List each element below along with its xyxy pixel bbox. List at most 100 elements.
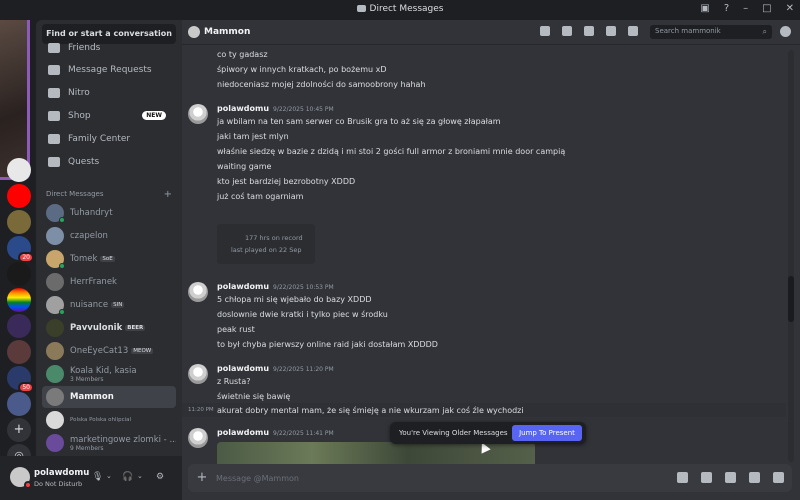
youtube-server-icon[interactable] xyxy=(7,184,31,208)
scrollbar[interactable] xyxy=(788,50,794,462)
clan-tag: BEER xyxy=(125,325,146,331)
nav-shop[interactable]: Shop NEW xyxy=(42,106,176,126)
nav-message-requests[interactable]: Message Requests xyxy=(42,60,176,80)
search-input[interactable]: Search mammonik ⌕ xyxy=(650,25,772,39)
chat-header: Mammon Search mammonik ⌕ xyxy=(182,20,800,45)
discord-app: Direct Messages ▣ ? – □ ✕ 20 50 + ◎ Find… xyxy=(0,0,800,500)
server-rail: 20 50 + ◎ xyxy=(0,20,36,500)
status-indicator xyxy=(59,263,65,269)
avatar xyxy=(46,411,64,429)
friends-icon xyxy=(48,43,60,53)
message-text: niedoceniasz mojej zdolności do samoobro… xyxy=(217,80,426,89)
server-icon[interactable] xyxy=(7,262,31,286)
message-header: polawdomu 9/22/2025 10:53 PM xyxy=(217,282,334,291)
dm-item[interactable]: OneEyeCat13 MEOW xyxy=(42,340,176,362)
video-call-icon[interactable] xyxy=(562,26,572,36)
close-button[interactable]: ✕ xyxy=(786,3,794,14)
clan-tag: MEOW xyxy=(131,348,154,354)
add-server-icon[interactable]: + xyxy=(7,418,31,442)
shop-icon xyxy=(48,111,60,121)
message-text: 5 chłopa mi się wjebało do bazy XDDD xyxy=(217,295,372,304)
minimize-button[interactable]: – xyxy=(743,3,748,14)
dm-item-active[interactable]: Mammon xyxy=(42,386,176,408)
avatar[interactable] xyxy=(188,364,208,384)
server-icon[interactable]: 50 xyxy=(7,366,34,393)
message-text: doslownie dwie kratki i tylko piec w śro… xyxy=(217,310,388,319)
nav-quests[interactable]: Quests xyxy=(42,152,176,172)
avatar xyxy=(46,342,64,360)
window-title: Direct Messages xyxy=(0,4,800,14)
pin-icon[interactable] xyxy=(584,26,594,36)
dnd-status-indicator xyxy=(24,481,32,489)
scrollbar-thumb[interactable] xyxy=(788,276,794,322)
dm-item[interactable]: nuisance SIN xyxy=(42,294,176,316)
nitro-icon xyxy=(48,88,60,98)
avatar xyxy=(46,296,65,315)
settings-gear-icon[interactable]: ⚙ xyxy=(156,472,164,482)
dm-section-header: Direct Messages + xyxy=(46,189,172,200)
message-input[interactable] xyxy=(216,470,636,486)
maximize-button[interactable]: □ xyxy=(762,3,771,14)
server-icon[interactable] xyxy=(7,210,31,234)
sticker-icon[interactable] xyxy=(725,472,736,483)
microphone-icon[interactable]: 🎙 xyxy=(92,472,103,482)
message-list: co ty gadasz śpiwory w innych kratkach, … xyxy=(182,46,800,464)
message-text: akurat dobry mental mam, że się śmieję a… xyxy=(217,406,524,415)
jump-to-present-button[interactable]: Jump To Present xyxy=(512,425,582,441)
nav-nitro[interactable]: Nitro xyxy=(42,83,176,103)
message-text: już coś tam ogarniam xyxy=(217,192,304,201)
webcam-overlay xyxy=(0,20,30,180)
username[interactable]: polawdomu xyxy=(34,468,89,478)
dm-item[interactable]: Tomek SoE xyxy=(42,248,176,270)
message-text: ja wbilam na ten sam serwer co Brusik gr… xyxy=(217,117,501,126)
inbox-icon xyxy=(356,5,366,12)
avatar xyxy=(46,319,64,337)
help-icon[interactable]: ? xyxy=(724,3,729,14)
nav-family-center[interactable]: Family Center xyxy=(42,129,176,149)
avatar xyxy=(46,273,64,291)
family-icon xyxy=(48,134,60,144)
dm-item[interactable]: Koala Kid, kasia 3 Members xyxy=(42,363,176,385)
server-icon[interactable] xyxy=(7,392,31,416)
avatar[interactable] xyxy=(188,104,208,124)
gif-icon[interactable] xyxy=(701,472,712,483)
voice-call-icon[interactable] xyxy=(540,26,550,36)
message-text: to był chyba pierwszy online raid jaki d… xyxy=(217,340,438,349)
user-avatar[interactable] xyxy=(10,467,32,489)
dm-item[interactable]: Pavvulonik BEER xyxy=(42,317,176,339)
user-panel: polawdomu Do Not Disturb 🎙 ⌄ 🎧 ⌄ ⚙ xyxy=(0,456,182,500)
add-friends-icon[interactable] xyxy=(606,26,616,36)
server-icon[interactable] xyxy=(7,340,31,364)
avatar[interactable] xyxy=(188,428,208,448)
dm-item[interactable]: Tuhandryt xyxy=(42,202,176,224)
apps-icon[interactable] xyxy=(773,472,784,483)
server-icon[interactable] xyxy=(7,288,31,312)
dm-item[interactable]: HerrFranek xyxy=(42,271,176,293)
gift-icon[interactable] xyxy=(677,472,688,483)
server-icon[interactable] xyxy=(7,314,31,338)
message-text: kto jest bardziej bezrobotny XDDD xyxy=(217,177,356,186)
message-header: polawdomu 9/22/2025 11:41 PM xyxy=(217,428,334,437)
create-dm-button[interactable]: + xyxy=(164,189,172,200)
game-embed[interactable]: 177 hrs on record last played on 22 Sep xyxy=(217,224,315,264)
message-text: jaki tam jest mlyn xyxy=(217,132,289,141)
server-icon[interactable] xyxy=(7,158,31,182)
channel-name[interactable]: Mammon xyxy=(204,27,250,37)
nav-friends[interactable]: Friends xyxy=(42,38,176,58)
chevron-down-icon[interactable]: ⌄ xyxy=(106,472,112,480)
avatar xyxy=(46,250,65,269)
dm-item[interactable]: marketingowe zlomki - ... 9 Members xyxy=(42,432,176,454)
user-profile-icon[interactable] xyxy=(628,26,638,36)
inbox-icon[interactable]: ▣ xyxy=(700,3,709,14)
clan-tag: SoE xyxy=(100,256,115,262)
dm-item[interactable]: czapelon xyxy=(42,225,176,247)
help-icon[interactable] xyxy=(780,26,791,37)
dm-item[interactable]: Polska Polska ohlipcial xyxy=(42,409,176,431)
avatar[interactable] xyxy=(188,282,208,302)
server-icon[interactable]: 20 xyxy=(7,236,34,263)
headphones-icon[interactable]: 🎧 xyxy=(122,472,133,482)
add-attachment-button[interactable]: + xyxy=(194,470,210,486)
emoji-icon[interactable] xyxy=(749,472,760,483)
avatar xyxy=(46,388,64,406)
chevron-down-icon[interactable]: ⌄ xyxy=(137,472,143,480)
